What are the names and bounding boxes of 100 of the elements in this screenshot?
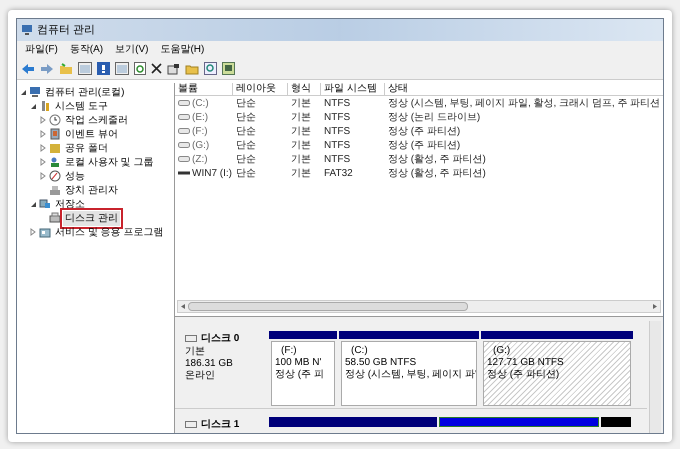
services-icon <box>39 226 51 238</box>
table-cell-text: 단순 <box>236 138 256 152</box>
tree-item[interactable]: 저장소 <box>53 196 87 212</box>
window-title: 컴퓨터 관리 <box>37 22 96 38</box>
partition-name: (C:) <box>350 345 369 357</box>
table-cell-text: 정상 (주 파티션) <box>388 138 460 152</box>
delete-icon[interactable] <box>151 63 162 74</box>
collapsed-triangle-icon[interactable] <box>39 158 47 166</box>
scrollbar-thumb[interactable] <box>188 302 468 311</box>
device-icon <box>49 184 61 196</box>
partition-name: (G:) <box>492 345 512 357</box>
drive-icon <box>178 100 190 106</box>
column-header[interactable]: 파일 시스템 <box>321 83 385 95</box>
table-cell-text: (C:) <box>192 96 209 110</box>
tree-item[interactable]: 공유 폴더 <box>63 140 110 156</box>
column-header[interactable]: 볼륨 <box>175 83 233 95</box>
column-header[interactable]: 형식 <box>288 83 321 95</box>
drive-icon <box>178 142 190 148</box>
tree-item[interactable]: 작업 스케줄러 <box>63 112 130 128</box>
panel-icon[interactable] <box>78 62 92 75</box>
computer-icon <box>29 86 41 98</box>
table-cell-text: (E:) <box>192 110 208 124</box>
users-icon <box>49 156 61 168</box>
partition-name: (F:) <box>280 345 298 357</box>
table-cell-text: 단순 <box>236 124 256 138</box>
column-header[interactable]: 상태 <box>385 83 663 95</box>
collapsed-triangle-icon[interactable] <box>29 228 37 236</box>
partition-size: 127.71 GB NTFS <box>487 357 565 369</box>
table-cell-text: 단순 <box>236 110 256 124</box>
table-cell-text: 단순 <box>236 96 256 110</box>
disk-name[interactable]: 디스크 0 <box>201 331 240 346</box>
expanded-triangle-icon[interactable] <box>29 200 37 208</box>
table-cell-text: 단순 <box>236 166 256 180</box>
properties-icon[interactable] <box>167 62 180 74</box>
tree-item[interactable]: 성능 <box>63 168 87 184</box>
partition-bar <box>601 417 631 427</box>
menu-item[interactable]: 파일(F) <box>25 42 58 57</box>
forward-arrow-icon[interactable] <box>40 62 54 74</box>
console-icon[interactable] <box>222 62 235 75</box>
log-icon <box>49 128 61 140</box>
partition-block[interactable]: (F:) 100 MB N' 정상 (주 피 <box>271 341 335 406</box>
disk-info-text: 온라인 <box>185 370 216 382</box>
tree-item[interactable]: 서비스 및 응용 프로그램 <box>53 224 166 240</box>
table-cell-text: NTFS <box>324 96 350 110</box>
table-cell-text: 기본 <box>291 96 311 110</box>
table-cell-text: (G:) <box>192 138 210 152</box>
table-cell-text: WIN7 (I:) <box>192 166 232 180</box>
tree-item[interactable]: 이벤트 뷰어 <box>63 126 120 142</box>
table-cell-text: 단순 <box>236 152 256 166</box>
menu-item[interactable]: 동작(A) <box>70 42 104 57</box>
magnifier-icon[interactable] <box>204 62 217 75</box>
table-cell-text: 정상 (활성, 주 파티션) <box>388 152 486 166</box>
partition-status: 정상 (주 피 <box>275 369 325 381</box>
tree-item[interactable]: 장치 관리자 <box>63 182 120 198</box>
folder-icon[interactable] <box>185 62 199 74</box>
column-header[interactable]: 레이아웃 <box>233 83 288 95</box>
table-cell-text: 기본 <box>291 166 311 180</box>
table-cell-text: 정상 (시스템, 부팅, 페이지 파일, 활성, 크래시 덤프, 주 파티션 <box>388 96 660 110</box>
refresh-icon[interactable] <box>134 62 146 75</box>
table-cell-text: NTFS <box>324 110 350 124</box>
tree-item[interactable]: 시스템 도구 <box>53 98 110 114</box>
horizontal-scrollbar[interactable] <box>177 300 661 313</box>
collapsed-triangle-icon[interactable] <box>39 144 47 152</box>
disk-name[interactable]: 디스크 1 <box>201 417 240 432</box>
vertical-scrollbar[interactable] <box>649 321 661 433</box>
drive-icon <box>178 128 190 134</box>
expanded-triangle-icon[interactable] <box>29 102 37 110</box>
table-cell-text: FAT32 <box>324 166 353 180</box>
disk-info-text: 기본 <box>185 346 206 358</box>
drive-icon <box>178 114 190 120</box>
folder-icon[interactable] <box>59 62 73 74</box>
collapsed-triangle-icon[interactable] <box>39 172 47 180</box>
partition-block[interactable]: (G:) 127.71 GB NTFS 정상 (주 파티션) <box>483 341 631 406</box>
scroll-left-arrow-icon[interactable] <box>181 304 185 309</box>
table-cell-text: 정상 (논리 드라이브) <box>388 110 480 124</box>
collapsed-triangle-icon[interactable] <box>39 130 47 138</box>
drive-icon <box>178 156 190 162</box>
table-cell-text: NTFS <box>324 152 350 166</box>
tree-item[interactable]: 컴퓨터 관리(로컬) <box>43 84 126 100</box>
expanded-triangle-icon[interactable] <box>19 88 27 96</box>
table-cell-text: 기본 <box>291 124 311 138</box>
tree-item[interactable]: 로컬 사용자 및 그룹 <box>63 154 156 170</box>
help-icon[interactable] <box>97 62 110 75</box>
menu-item[interactable]: 도움말(H) <box>160 42 204 57</box>
partition-status: 정상 (주 파티션) <box>487 369 560 381</box>
disk-info-text: 186.31 GB <box>185 358 234 370</box>
clock-icon <box>49 114 61 126</box>
table-cell-text: 기본 <box>291 110 311 124</box>
partition-size: 100 MB N' <box>275 357 322 369</box>
tree-item[interactable]: 디스크 관리 <box>63 210 120 226</box>
table-cell-text: 기본 <box>291 152 311 166</box>
menu-item[interactable]: 보기(V) <box>115 42 148 57</box>
usb-drive-icon <box>178 170 190 176</box>
back-arrow-icon[interactable] <box>21 62 35 74</box>
panel-icon[interactable] <box>115 62 129 75</box>
table-cell-text: (F:) <box>192 124 208 138</box>
collapsed-triangle-icon[interactable] <box>39 116 47 124</box>
partition-header-bar <box>269 331 337 339</box>
table-cell-text: NTFS <box>324 124 350 138</box>
scroll-right-arrow-icon[interactable] <box>653 304 657 309</box>
